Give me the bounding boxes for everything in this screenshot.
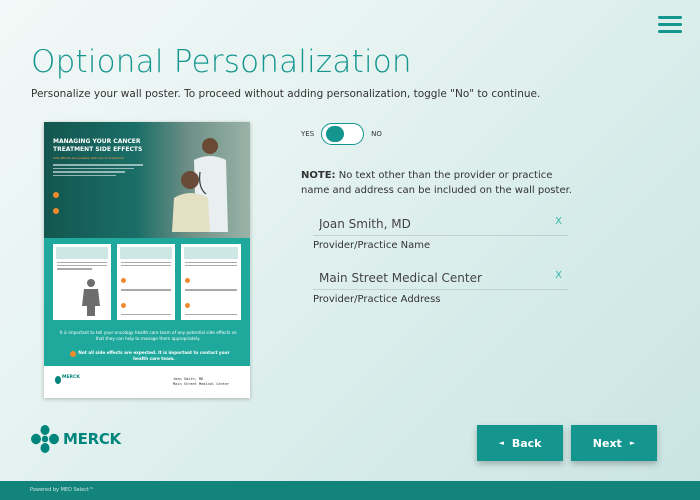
provider-name-label: Provider/Practice Name	[313, 240, 431, 251]
page-title: Optional Personalization	[31, 44, 412, 80]
poster-bullet-icon	[53, 208, 59, 214]
poster-message-strong: Not all side effects are expected. It is…	[78, 350, 230, 362]
poster-hero-title: MANAGING YOUR CANCER TREATMENT SIDE EFFE…	[53, 138, 143, 153]
provider-address-field[interactable]: X	[313, 267, 569, 290]
clear-name-icon[interactable]: X	[555, 216, 562, 227]
merck-logo-icon	[31, 425, 59, 453]
poster-hero-text	[53, 164, 143, 178]
back-arrow-icon: ◄	[498, 439, 504, 447]
toggle-knob[interactable]	[326, 126, 345, 142]
hamburger-menu-icon[interactable]	[658, 16, 682, 34]
back-button-label: Back	[511, 436, 542, 450]
poster-card	[181, 244, 241, 320]
next-arrow-icon: ►	[629, 439, 636, 447]
provider-name-field[interactable]: X	[313, 213, 569, 236]
poster-card	[117, 244, 175, 320]
poster-message: It is important to tell your oncology he…	[59, 330, 237, 342]
poster-hero-subtitle: Side effects are possible with cancer tr…	[53, 156, 125, 160]
back-button[interactable]: ◄ Back	[477, 425, 563, 461]
footer-powered-by: Powered by MED Select™	[30, 487, 94, 493]
personalization-toggle[interactable]	[321, 123, 365, 145]
poster-brand: MERCK	[62, 375, 80, 380]
poster-bullet-icon	[53, 192, 59, 198]
note-text: NOTE: No text other than the provider or…	[301, 170, 572, 196]
poster-photo-people	[172, 138, 228, 232]
footer-bar: Powered by MED Select™	[0, 481, 700, 500]
provider-address-input[interactable]	[313, 267, 569, 289]
provider-name-input[interactable]	[313, 213, 569, 235]
clear-address-icon[interactable]: X	[555, 270, 562, 281]
next-button[interactable]: Next ►	[571, 425, 657, 461]
merck-wordmark: MERCK	[63, 430, 121, 448]
poster-preview: MANAGING YOUR CANCER TREATMENT SIDE EFFE…	[44, 122, 250, 398]
page-subtitle: Personalize your wall poster. To proceed…	[31, 88, 541, 100]
poster-provider: Joan Smith, MD Main Street Medical Cente…	[173, 377, 230, 386]
next-button-label: Next	[592, 436, 622, 450]
toggle-yes-label: YES	[301, 130, 315, 138]
merck-logo: MERCK	[31, 425, 121, 453]
poster-body-icon	[82, 279, 100, 316]
personalization-toggle-row: YES NO	[301, 123, 382, 145]
provider-address-label: Provider/Practice Address	[313, 294, 441, 305]
toggle-no-label: NO	[371, 130, 382, 138]
